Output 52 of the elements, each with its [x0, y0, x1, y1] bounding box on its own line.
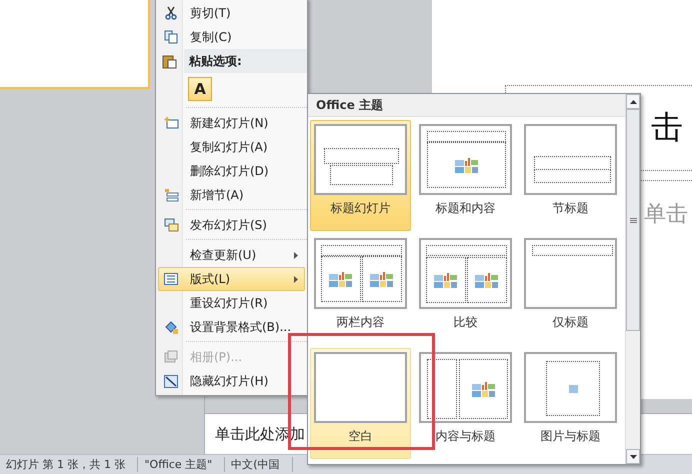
status-text: 中文(中国 — [225, 457, 293, 472]
layout-option[interactable]: 节标题 — [520, 120, 621, 231]
down-arrow-icon — [630, 454, 636, 458]
layout-option[interactable]: 标题幻灯片 — [310, 120, 411, 231]
picture-icon — [568, 384, 578, 392]
slide-thumbnail[interactable] — [0, 0, 150, 89]
scissors-icon — [164, 6, 178, 20]
paste-option-button[interactable]: A — [188, 77, 212, 101]
section-icon — [164, 188, 178, 202]
layout-option[interactable]: 两栏内容 — [310, 234, 411, 345]
new-slide-icon — [164, 117, 178, 129]
chart-icon — [454, 156, 480, 174]
layout-option[interactable]: 比较 — [415, 234, 516, 345]
menu-item[interactable]: 复制(C) — [158, 25, 305, 49]
layout-option[interactable]: 内容与标题 — [415, 348, 516, 459]
menu-item[interactable]: 发布幻灯片(S) — [158, 213, 305, 237]
status-text: 幻灯片 第 1 张，共 1 张 — [0, 457, 138, 472]
layout-option[interactable]: 标题和内容 — [415, 120, 516, 231]
scroll-up-button[interactable] — [626, 94, 640, 109]
chart-icon — [433, 271, 459, 289]
copy-icon — [164, 30, 178, 44]
menu-item[interactable]: 隐藏幻灯片(H) — [158, 369, 305, 393]
menu-item[interactable]: 删除幻灯片(D) — [158, 159, 305, 183]
status-text: "Office 主题" — [138, 457, 226, 472]
chart-icon — [474, 271, 500, 289]
menu-item[interactable]: 新建幻灯片(N) — [158, 111, 305, 135]
menu-item[interactable]: 重设幻灯片(R) — [158, 291, 305, 315]
placeholder-outline — [427, 359, 457, 419]
chart-icon — [470, 380, 496, 398]
layout-option[interactable]: 仅标题 — [520, 234, 621, 345]
scroll-thumb[interactable] — [626, 109, 640, 331]
up-arrow-icon — [630, 100, 636, 104]
menu-item[interactable]: 复制幻灯片(A) — [158, 135, 305, 159]
layout-option[interactable]: 空白 — [310, 348, 411, 459]
chart-icon — [369, 270, 395, 288]
menu-item[interactable]: 剪切(T) — [158, 1, 305, 25]
placeholder-outline — [330, 165, 393, 185]
gallery-title: Office 主题 — [316, 96, 384, 114]
scroll-down-button[interactable] — [626, 449, 640, 464]
scrollbar[interactable] — [625, 94, 640, 464]
layout-icon — [164, 273, 178, 285]
paint-bucket-icon — [164, 320, 178, 334]
publish-icon — [164, 218, 178, 232]
hide-slide-icon — [164, 374, 178, 388]
menu-item[interactable]: 新增节(A) — [158, 183, 305, 207]
menu-item[interactable]: 检查更新(U) — [158, 243, 305, 267]
chart-icon — [328, 270, 354, 288]
photo-album-icon — [164, 350, 178, 364]
menu-item[interactable]: 版式(L) — [158, 267, 305, 291]
menu-item[interactable]: 设置背景格式(B)... — [158, 315, 305, 339]
layout-option[interactable]: 图片与标题 — [520, 348, 621, 459]
clipboard-icon — [162, 54, 176, 68]
